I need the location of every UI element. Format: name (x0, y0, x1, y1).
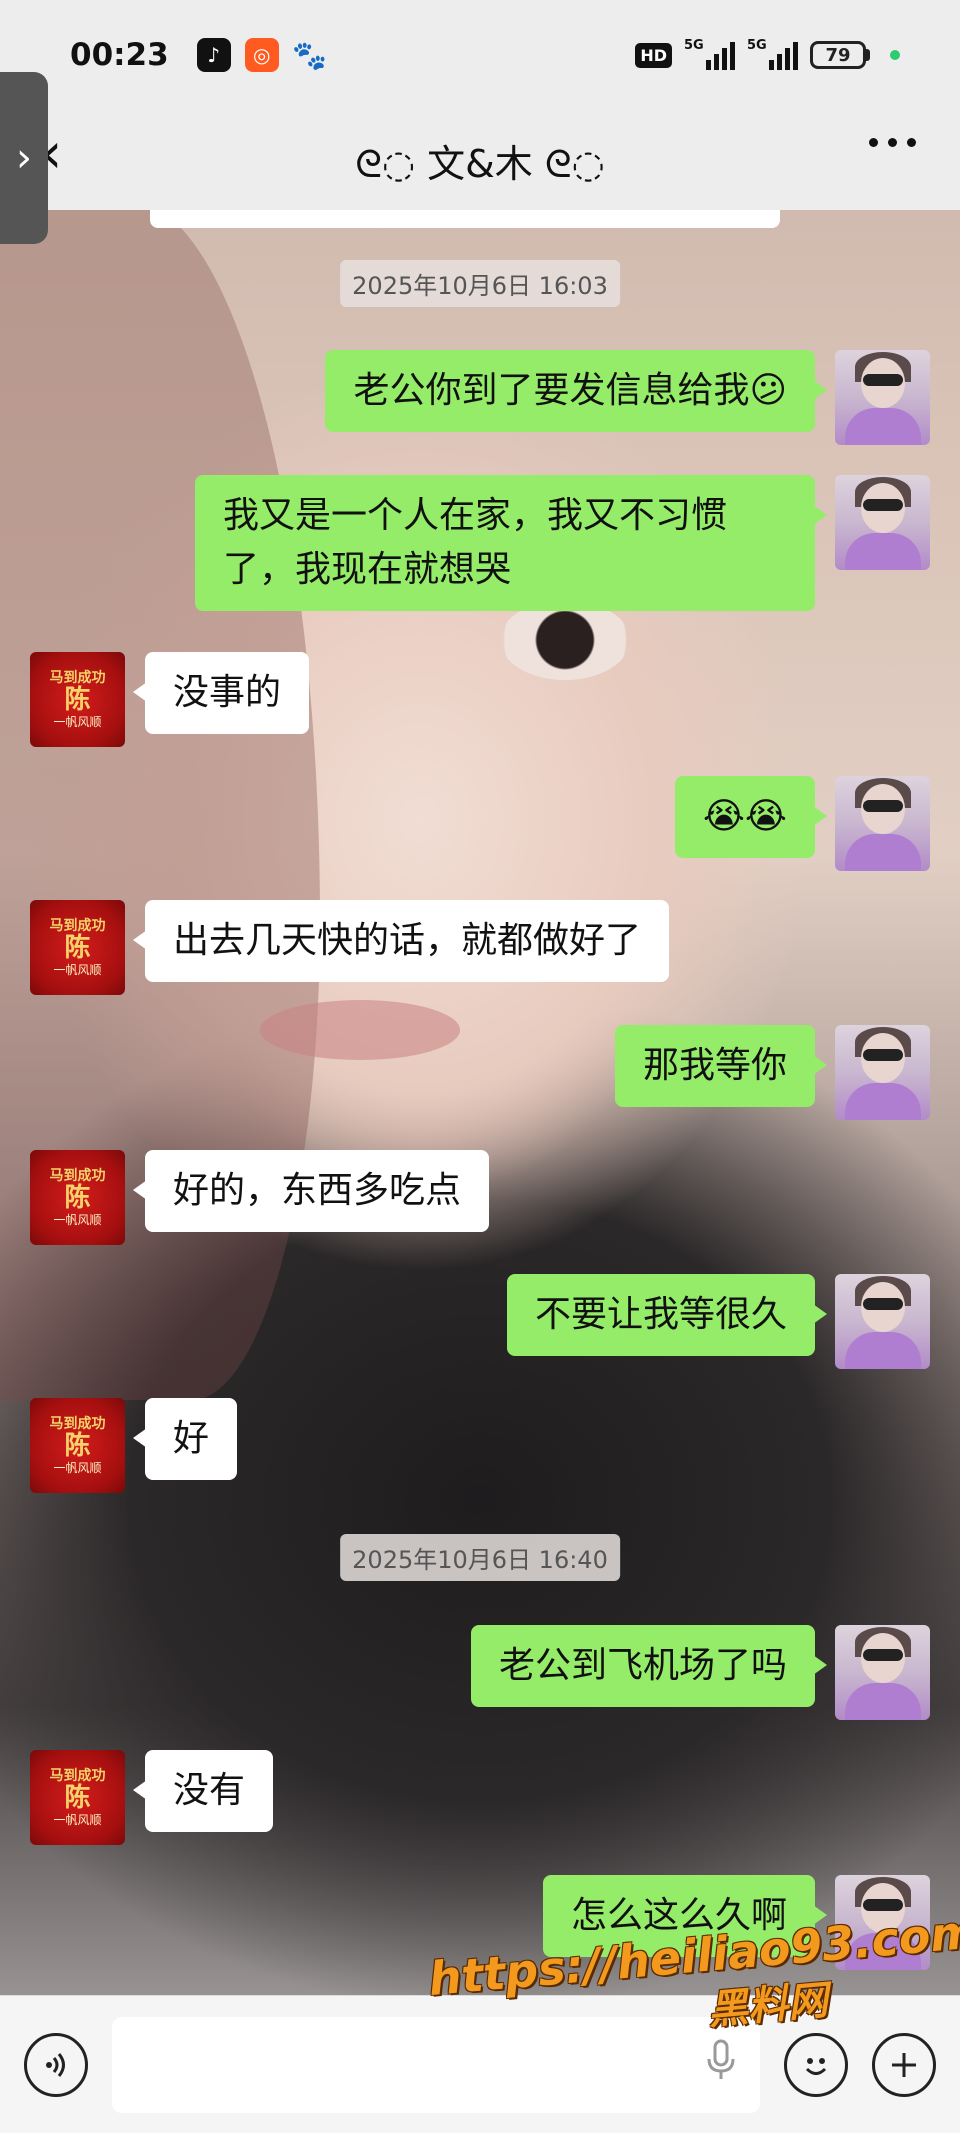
side-expand-tab[interactable]: › (0, 72, 48, 244)
contact-avatar[interactable]: 马到成功 陈 一帆风顺 (30, 1150, 125, 1245)
message-received[interactable]: 马到成功 陈 一帆风顺 好的，东西多吃点 (30, 1150, 490, 1245)
message-list[interactable]: 2025年10月6日 16:03 老公你到了要发信息给我😕 我又是一个人在家，我… (0, 210, 960, 1995)
message-bubble[interactable]: 那我等你 (614, 1025, 828, 1107)
message-received[interactable]: 马到成功 陈 一帆风顺 没事的 (30, 652, 310, 747)
more-options-button[interactable] (869, 138, 916, 147)
message-sent[interactable]: 😭😭 (674, 776, 930, 871)
hd-icon: HD (635, 42, 672, 68)
my-avatar[interactable] (835, 1025, 930, 1120)
status-time: 00:23 (70, 37, 169, 73)
contact-avatar[interactable]: 马到成功 陈 一帆风顺 (30, 1398, 125, 1493)
message-sent[interactable]: 不要让我等很久 (506, 1274, 930, 1369)
partial-message-bubble (150, 210, 780, 228)
message-sent[interactable]: 那我等你 (614, 1025, 930, 1120)
message-sent[interactable]: 老公到飞机场了吗 (470, 1625, 930, 1720)
tiktok-icon: ♪ (196, 38, 231, 72)
my-avatar[interactable] (835, 1274, 930, 1369)
message-bubble[interactable]: 没事的 (132, 652, 310, 734)
message-received[interactable]: 马到成功 陈 一帆风顺 好 (30, 1398, 238, 1493)
baidu-icon: 🐾 (292, 38, 328, 72)
message-bubble[interactable]: 😭😭 (674, 776, 828, 858)
privacy-indicator-dot (890, 50, 900, 60)
kuaishou-icon: ◎ (244, 38, 279, 72)
message-bubble[interactable]: 老公到飞机场了吗 (470, 1625, 828, 1707)
message-bubble[interactable]: 好的，东西多吃点 (132, 1150, 490, 1232)
message-bubble[interactable]: 不要让我等很久 (506, 1274, 828, 1356)
voice-icon[interactable] (24, 2032, 88, 2097)
message-bubble[interactable]: 好 (132, 1398, 238, 1480)
timestamp: 2025年10月6日 16:03 (340, 260, 620, 307)
message-bubble[interactable]: 没有 (132, 1750, 274, 1832)
contact-avatar[interactable]: 马到成功 陈 一帆风顺 (30, 1750, 125, 1845)
message-received[interactable]: 马到成功 陈 一帆风顺 没有 (30, 1750, 274, 1845)
signal-icon-2: 5G (747, 38, 798, 70)
notification-app-icons: ♪ ◎ 🐾 (196, 38, 328, 72)
chat-title: ᘓ◌ ⽂&⽊ ᘓ◌ (355, 141, 605, 186)
my-avatar[interactable] (835, 475, 930, 570)
status-right: HD 5G 5G 79 (635, 38, 900, 70)
message-sent[interactable]: 我又是一个人在家，我又不习惯了，我现在就想哭 (195, 475, 930, 611)
plus-icon[interactable] (872, 2032, 936, 2097)
signal-icon: 5G (684, 38, 735, 70)
message-bubble[interactable]: 出去几天快的话，就都做好了 (132, 900, 670, 982)
chat-header: ‹ ᘓ◌ ⽂&⽊ ᘓ◌ (0, 110, 960, 210)
message-received[interactable]: 马到成功 陈 一帆风顺 出去几天快的话，就都做好了 (30, 900, 670, 995)
emoji-icon[interactable] (784, 2032, 848, 2097)
contact-avatar[interactable]: 马到成功 陈 一帆风顺 (30, 900, 125, 995)
timestamp: 2025年10月6日 16:40 (340, 1534, 620, 1581)
status-bar: 00:23 ♪ ◎ 🐾 HD 5G 5G 79 (0, 0, 960, 110)
my-avatar[interactable] (835, 776, 930, 871)
battery-icon: 79 (810, 41, 870, 69)
message-bubble[interactable]: 我又是一个人在家，我又不习惯了，我现在就想哭 (195, 475, 827, 611)
my-avatar[interactable] (835, 1625, 930, 1720)
message-bubble[interactable]: 老公你到了要发信息给我😕 (325, 350, 827, 432)
mic-icon[interactable] (706, 2039, 736, 2090)
my-avatar[interactable] (835, 350, 930, 445)
message-sent[interactable]: 老公你到了要发信息给我😕 (325, 350, 930, 445)
contact-avatar[interactable]: 马到成功 陈 一帆风顺 (30, 652, 125, 747)
